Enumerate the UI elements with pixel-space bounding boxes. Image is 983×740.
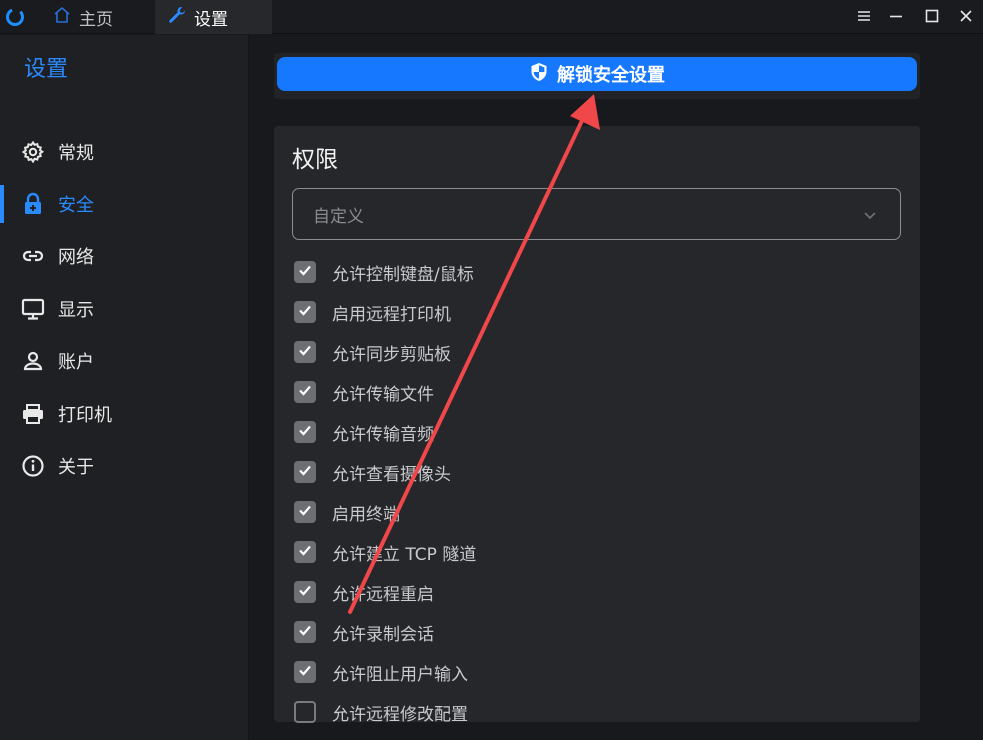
tab-settings[interactable]: 设置 xyxy=(155,0,272,34)
wrench-icon xyxy=(167,5,187,30)
unlock-card: 解锁安全设置 xyxy=(274,53,920,99)
permission-label: 允许远程重启 xyxy=(332,584,434,605)
user-icon xyxy=(21,349,45,373)
checkmark-icon xyxy=(297,502,313,522)
menu-button[interactable] xyxy=(852,5,876,29)
permission-label: 允许同步剪贴板 xyxy=(332,344,451,365)
sidebar-item-display[interactable]: 显示 xyxy=(0,287,249,331)
settings-sidebar: 设置 常规 安全 网络 显示 账户 打印机 关于 xyxy=(0,35,249,740)
sidebar-item-label: 打印机 xyxy=(58,405,112,426)
checkbox-checked[interactable] xyxy=(294,421,316,443)
gear-icon xyxy=(21,140,45,164)
permission-label: 允许传输文件 xyxy=(332,384,434,405)
permission-label: 启用远程打印机 xyxy=(332,304,451,325)
checkmark-icon xyxy=(297,262,313,282)
permission-item[interactable]: 允许阻止用户输入 xyxy=(294,657,894,687)
checkmark-icon xyxy=(297,622,313,642)
checkmark-icon xyxy=(297,342,313,362)
close-icon xyxy=(959,8,973,27)
permission-preset-select[interactable]: 自定义 xyxy=(292,188,901,240)
permission-item[interactable]: 允许控制键盘/鼠标 xyxy=(294,257,894,287)
sidebar-item-label: 网络 xyxy=(58,247,94,268)
permission-label: 允许远程修改配置 xyxy=(332,704,468,725)
checkmark-icon xyxy=(297,542,313,562)
permission-item[interactable]: 启用远程打印机 xyxy=(294,297,894,327)
checkmark-icon xyxy=(297,582,313,602)
sidebar-item-printer[interactable]: 打印机 xyxy=(0,392,249,436)
checkbox-checked[interactable] xyxy=(294,541,316,563)
permission-label: 允许控制键盘/鼠标 xyxy=(332,264,474,285)
checkmark-icon xyxy=(297,422,313,442)
sidebar-item-network[interactable]: 网络 xyxy=(0,234,249,278)
permission-label: 允许建立 TCP 隧道 xyxy=(332,544,477,565)
info-icon xyxy=(21,454,45,478)
link-icon xyxy=(21,244,45,268)
menu-icon xyxy=(857,8,871,27)
permission-label: 允许查看摄像头 xyxy=(332,464,451,485)
monitor-icon xyxy=(21,297,45,321)
permission-item[interactable]: 允许查看摄像头 xyxy=(294,457,894,487)
sidebar-item-general[interactable]: 常规 xyxy=(0,130,249,174)
sidebar-item-account[interactable]: 账户 xyxy=(0,339,249,383)
permission-label: 允许传输音频 xyxy=(332,424,434,445)
checkmark-icon xyxy=(297,302,313,322)
minimize-button[interactable] xyxy=(884,5,908,29)
shield-icon xyxy=(529,62,549,87)
permission-label: 启用终端 xyxy=(332,504,400,525)
checkbox-checked[interactable] xyxy=(294,661,316,683)
checkmark-icon xyxy=(297,382,313,402)
tab-settings-label: 设置 xyxy=(194,9,228,30)
permission-item[interactable]: 允许同步剪贴板 xyxy=(294,337,894,367)
checkbox-unchecked[interactable] xyxy=(294,701,316,723)
permission-item[interactable]: 允许建立 TCP 隧道 xyxy=(294,537,894,567)
permission-item[interactable]: 允许远程修改配置 xyxy=(294,697,894,727)
checkbox-checked[interactable] xyxy=(294,461,316,483)
checkbox-checked[interactable] xyxy=(294,381,316,403)
unlock-security-settings-button[interactable]: 解锁安全设置 xyxy=(277,57,917,91)
minimize-icon xyxy=(889,8,903,27)
sidebar-item-label: 显示 xyxy=(58,300,94,321)
lock-icon xyxy=(21,192,45,216)
sidebar-item-label: 安全 xyxy=(58,195,94,216)
permission-item[interactable]: 启用终端 xyxy=(294,497,894,527)
checkbox-checked[interactable] xyxy=(294,301,316,323)
tab-home[interactable]: 主页 xyxy=(52,0,152,34)
chevron-down-icon xyxy=(862,207,878,223)
maximize-icon xyxy=(925,8,939,27)
checkbox-checked[interactable] xyxy=(294,501,316,523)
sidebar-title: 设置 xyxy=(24,57,69,82)
app-logo-icon xyxy=(4,6,26,28)
permission-item[interactable]: 允许传输文件 xyxy=(294,377,894,407)
permission-item[interactable]: 允许传输音频 xyxy=(294,417,894,447)
checkbox-checked[interactable] xyxy=(294,261,316,283)
permissions-card: 权限 自定义 允许控制键盘/鼠标 启用远程打印机 允许同步剪贴板 允许传输文件 允许传输… xyxy=(274,126,920,725)
preset-select-value: 自定义 xyxy=(313,206,364,227)
checkbox-checked[interactable] xyxy=(294,621,316,643)
home-icon xyxy=(52,5,72,30)
close-button[interactable] xyxy=(954,5,978,29)
title-bar: 主页 设置 xyxy=(0,0,983,34)
checkbox-checked[interactable] xyxy=(294,341,316,363)
printer-icon xyxy=(21,402,45,426)
checkmark-icon xyxy=(297,662,313,682)
permission-label: 允许阻止用户输入 xyxy=(332,664,468,685)
sidebar-item-label: 账户 xyxy=(58,352,94,373)
sidebar-item-label: 关于 xyxy=(58,457,94,478)
permission-item[interactable]: 允许录制会话 xyxy=(294,617,894,647)
permission-item[interactable]: 允许远程重启 xyxy=(294,577,894,607)
maximize-button[interactable] xyxy=(920,5,944,29)
sidebar-item-security[interactable]: 安全 xyxy=(0,182,249,226)
checkbox-checked[interactable] xyxy=(294,581,316,603)
sidebar-item-about[interactable]: 关于 xyxy=(0,444,249,488)
checkmark-icon xyxy=(297,462,313,482)
settings-main-panel: 解锁安全设置 权限 自定义 允许控制键盘/鼠标 启用远程打印机 允许同步剪贴板 允许传… xyxy=(250,35,983,740)
unlock-button-label: 解锁安全设置 xyxy=(557,65,665,86)
permission-label: 允许录制会话 xyxy=(332,624,434,645)
permissions-title: 权限 xyxy=(292,147,338,173)
sidebar-item-label: 常规 xyxy=(58,143,94,164)
tab-home-label: 主页 xyxy=(79,9,113,30)
